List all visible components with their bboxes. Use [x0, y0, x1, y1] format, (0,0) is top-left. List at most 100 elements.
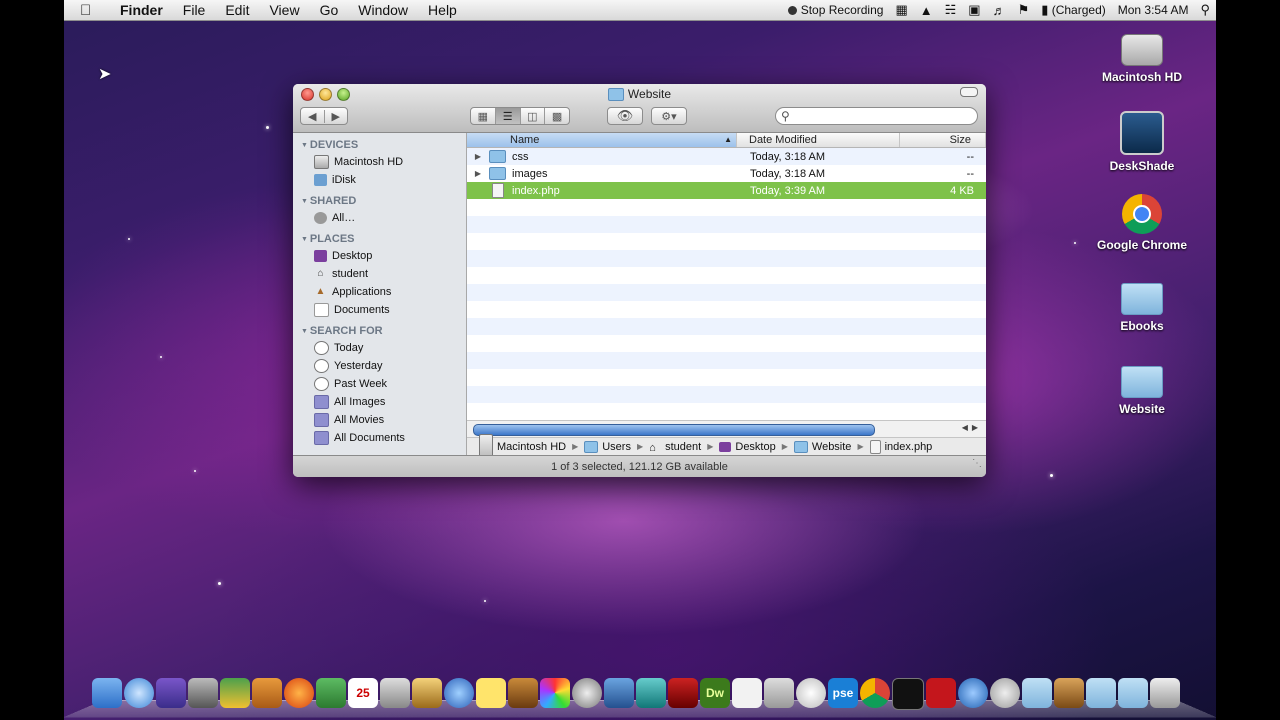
stickies-dock-icon[interactable] [476, 678, 506, 708]
sidebar-section-shared[interactable]: SHARED [301, 195, 466, 207]
color-picker-dock-icon[interactable] [540, 678, 570, 708]
sync-dock-icon[interactable] [572, 678, 602, 708]
menu-go[interactable]: Go [320, 2, 339, 18]
menu-clock[interactable]: Mon 3:54 AM [1118, 3, 1189, 17]
presentation-dock-icon[interactable] [252, 678, 282, 708]
list-view-button[interactable]: ☰ [495, 108, 521, 124]
wifi-icon[interactable]: ☵ [945, 2, 957, 18]
path-item-index-php[interactable]: index.php [869, 439, 932, 454]
icon-view-button[interactable]: ▦ [471, 108, 496, 124]
directory-utility-dock-icon[interactable] [188, 678, 218, 708]
search-field[interactable]: ⚲ [775, 107, 978, 125]
desktop-icon-google-chrome[interactable]: Google Chrome [1087, 194, 1197, 252]
documents-stack-icon[interactable] [1054, 678, 1084, 708]
cover-flow-button[interactable]: ▩ [545, 108, 569, 124]
iphoto-dock-icon[interactable] [412, 678, 442, 708]
desktop-icon-deskshade[interactable]: DeskShade [1087, 111, 1197, 173]
resize-grip-icon[interactable]: ⋱ [972, 453, 982, 475]
address-book-dock-icon[interactable] [796, 678, 826, 708]
sidebar-item-documents[interactable]: Documents [293, 301, 466, 319]
apple-menu-icon[interactable]:  [80, 2, 98, 19]
menu-edit[interactable]: Edit [225, 2, 249, 18]
sidebar-item-macintosh-hd[interactable]: Macintosh HD [293, 153, 466, 171]
path-item-student[interactable]: ⌂ student [649, 441, 701, 454]
column-header-name[interactable]: Name ▲ [467, 133, 737, 147]
sidebar-item-applications[interactable]: ▲ Applications [293, 283, 466, 301]
list-item-css[interactable]: ▶ css Today, 3:18 AM -- [467, 148, 986, 165]
sidebar-item-all-movies[interactable]: All Movies [293, 411, 466, 429]
stop-recording-item[interactable]: Stop Recording [787, 3, 883, 17]
sidebar-item-all-shared[interactable]: All… [293, 209, 466, 227]
calculator-dock-icon[interactable] [764, 678, 794, 708]
flag-icon[interactable]: ▦ [895, 2, 907, 18]
folder-icon[interactable] [1086, 678, 1116, 708]
list-item-index-php[interactable]: index.php Today, 3:39 AM 4 KB [467, 182, 986, 199]
safari-dock-icon[interactable] [124, 678, 154, 708]
list-empty-area[interactable] [467, 199, 986, 420]
finder-dock-icon[interactable] [92, 678, 122, 708]
display-icon[interactable]: ▣ [968, 2, 980, 18]
photoshop-elements-dock-icon[interactable]: pse [828, 678, 858, 708]
textedit-dock-icon[interactable] [732, 678, 762, 708]
terminal-dock-icon[interactable] [892, 678, 924, 710]
sidebar-section-devices[interactable]: DEVICES [301, 139, 466, 151]
sidebar-section-search-for[interactable]: SEARCH FOR [301, 325, 466, 337]
desktop-icon-macintosh-hd[interactable]: Macintosh HD [1087, 28, 1197, 84]
adobe-icon[interactable]: ▲ [920, 3, 933, 18]
menu-file[interactable]: File [183, 2, 206, 18]
chrome-dock-icon[interactable] [860, 678, 890, 708]
volume-icon[interactable]: ♬ [993, 3, 1006, 18]
input-flag-icon[interactable]: ⚑ [1018, 2, 1030, 18]
firefox-dock-icon[interactable] [284, 678, 314, 708]
acrobat-dock-icon[interactable] [926, 678, 956, 708]
downloads-stack-icon[interactable] [990, 678, 1020, 708]
folder-icon[interactable] [1022, 678, 1052, 708]
column-header-size[interactable]: Size [900, 133, 986, 147]
dreamweaver-dock-icon[interactable]: Dw [700, 678, 730, 708]
disclosure-triangle-icon[interactable]: ▶ [467, 152, 489, 161]
disclosure-triangle-icon[interactable]: ▶ [467, 169, 489, 178]
ical-dock-icon[interactable]: 25 [348, 678, 378, 708]
spotlight-icon[interactable]: ⚲ [1200, 2, 1210, 18]
scroll-arrows-icon[interactable]: ◀▶ [962, 423, 982, 432]
system-prefs-dock-icon[interactable] [604, 678, 634, 708]
itunes-dock-icon[interactable] [444, 678, 474, 708]
desktop-icon-website[interactable]: Website [1087, 360, 1197, 416]
chart-app-dock-icon[interactable] [220, 678, 250, 708]
garageband-dock-icon[interactable] [508, 678, 538, 708]
network-dock-icon[interactable] [636, 678, 666, 708]
path-item-website[interactable]: Website [793, 440, 851, 453]
maps-dock-icon[interactable] [316, 678, 346, 708]
path-item-users[interactable]: Users [584, 440, 631, 453]
sidebar-item-all-images[interactable]: All Images [293, 393, 466, 411]
forward-button[interactable]: ▶ [325, 110, 348, 123]
trash-icon[interactable] [1150, 678, 1180, 708]
menu-view[interactable]: View [269, 2, 299, 18]
path-item-desktop[interactable]: Desktop [719, 441, 776, 453]
sidebar-item-today[interactable]: Today [293, 339, 466, 357]
launcher-dock-icon[interactable] [156, 678, 186, 708]
downloads-folder-icon[interactable] [1118, 678, 1148, 708]
menu-app-name[interactable]: Finder [120, 2, 163, 18]
window-titlebar[interactable]: Website ◀ ▶ ▦ ☰ ◫ ▩ 👁 ⚙▾ ⚲ [293, 84, 986, 133]
battery-status[interactable]: ▮ (Charged) [1041, 2, 1106, 18]
photo-booth-dock-icon[interactable] [668, 678, 698, 708]
sidebar-item-idisk[interactable]: iDisk [293, 171, 466, 189]
column-view-button[interactable]: ◫ [521, 108, 546, 124]
menu-window[interactable]: Window [358, 2, 408, 18]
action-menu-button[interactable]: ⚙▾ [651, 107, 687, 125]
sidebar-item-desktop[interactable]: Desktop [293, 247, 466, 265]
column-header-date[interactable]: Date Modified [737, 133, 900, 147]
toolbar-toggle-button[interactable] [960, 87, 978, 97]
sidebar-item-all-documents[interactable]: All Documents [293, 429, 466, 447]
quicktime-dock-icon[interactable] [958, 678, 988, 708]
list-item-images[interactable]: ▶ images Today, 3:18 AM -- [467, 165, 986, 182]
sidebar-item-past-week[interactable]: Past Week [293, 375, 466, 393]
quick-look-button[interactable]: 👁 [607, 107, 643, 125]
sidebar-item-yesterday[interactable]: Yesterday [293, 357, 466, 375]
back-button[interactable]: ◀ [301, 109, 325, 123]
sidebar-item-student[interactable]: ⌂ student [293, 265, 466, 283]
desktop-icon-ebooks[interactable]: Ebooks [1087, 277, 1197, 333]
menu-help[interactable]: Help [428, 2, 457, 18]
tools-dock-icon[interactable] [380, 678, 410, 708]
